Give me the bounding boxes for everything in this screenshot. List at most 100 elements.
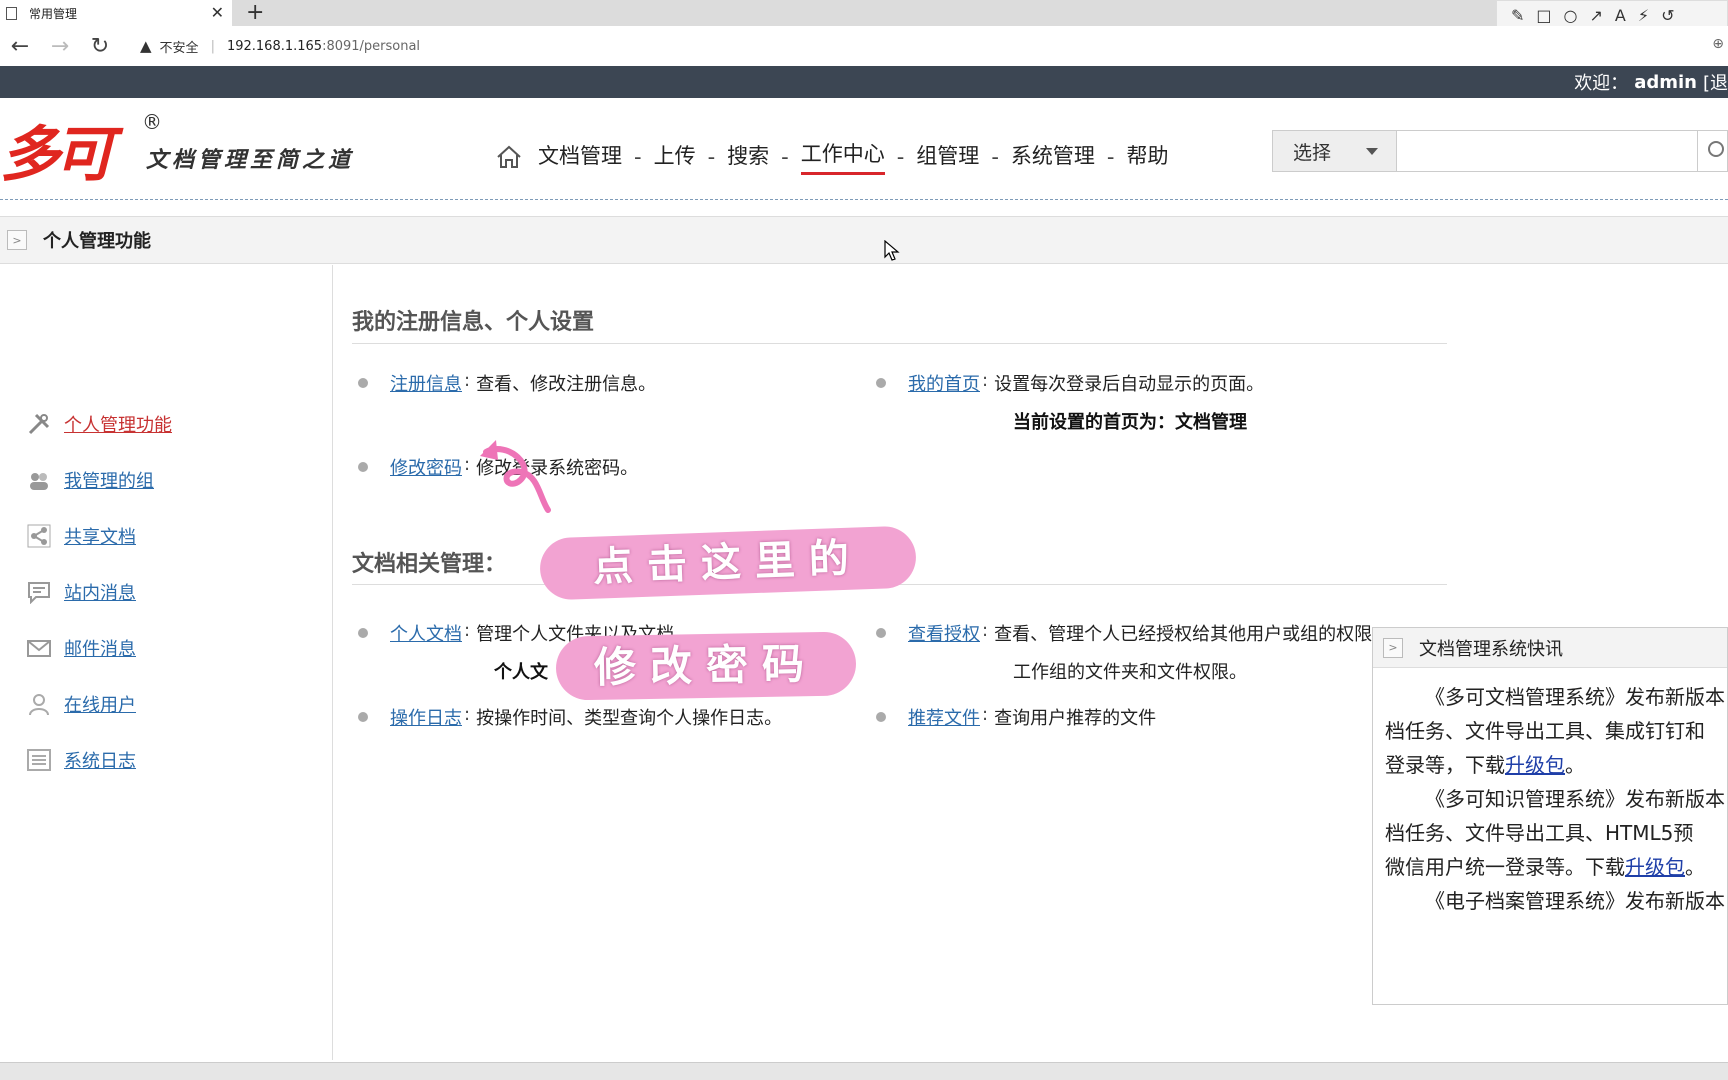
entry-operation-log: 操作日志 : 按操作时间、类型查询个人操作日志。 — [358, 704, 782, 730]
section-doc-mgmt-title: 文档相关管理： — [352, 552, 507, 577]
sidebar-item-mail[interactable]: 邮件消息 — [26, 635, 136, 661]
news-text: 登录等，下载 — [1385, 753, 1505, 777]
operation-log-link[interactable]: 操作日志 — [390, 704, 462, 730]
nav-group-mgmt[interactable]: 组管理 — [916, 140, 979, 174]
entry-view-auth: 查看授权 : 查看、管理个人已经授权给其他用户或组的权限 — [876, 620, 1372, 646]
url-host: 192.168.1.165 — [226, 38, 323, 54]
nav-docs[interactable]: 文档管理 — [538, 140, 622, 174]
chevron-down-icon — [1366, 148, 1378, 155]
arrow-icon[interactable]: ↗ — [1590, 6, 1603, 25]
undo-icon[interactable]: ↺ — [1661, 6, 1674, 25]
tab-title: 常用管理 — [29, 6, 78, 21]
nav-separator: - — [634, 144, 642, 169]
rectangle-icon[interactable]: □ — [1536, 6, 1551, 25]
pencil-icon[interactable]: ✎ — [1511, 6, 1524, 25]
bullet — [358, 378, 368, 388]
personal-docs-note: 个人文 — [494, 662, 548, 683]
user-icon — [26, 692, 52, 716]
brand-slogan: 文档管理至简之道 — [146, 147, 355, 173]
bullet — [876, 712, 886, 722]
home-icon[interactable] — [496, 145, 522, 169]
document-icon — [6, 6, 17, 20]
nav-upload[interactable]: 上传 — [654, 140, 696, 174]
recommended-files-link[interactable]: 推荐文件 — [908, 704, 980, 730]
news-line: 《多可文档管理系统》发布新版本 — [1425, 685, 1725, 709]
nav-separator: - — [991, 144, 999, 169]
nav-search[interactable]: 搜索 — [727, 140, 769, 174]
main-nav: 文档管理 - 上传 - 搜索 - 工作中心 - 组管理 - 系统管理 - 帮助 — [496, 138, 1168, 175]
search-input[interactable] — [1397, 130, 1698, 172]
upgrade-package-link[interactable]: 升级包 — [1625, 855, 1685, 879]
entry-homepage: 我的首页 : 设置每次登录后自动显示的页面。 — [876, 370, 1264, 396]
close-tab-icon[interactable]: ✕ — [211, 3, 224, 22]
tools-icon — [26, 412, 52, 436]
panel-header: > 个人管理功能 — [0, 216, 1728, 264]
entry-desc: 按操作时间、类型查询个人操作日志。 — [476, 708, 783, 729]
sidebar-link[interactable]: 站内消息 — [64, 579, 136, 605]
tutorial-sticker-change-password: 修改密码 — [555, 631, 857, 701]
sidebar-item-messages[interactable]: 站内消息 — [26, 579, 136, 605]
bullet — [358, 628, 368, 638]
panel-title: 个人管理功能 — [43, 231, 151, 252]
sidebar-link[interactable]: 邮件消息 — [64, 635, 136, 661]
url-separator: | — [210, 38, 215, 54]
magic-wand-icon[interactable]: ⚡ — [1638, 6, 1649, 25]
log-icon — [26, 748, 52, 772]
upgrade-package-link[interactable]: 升级包 — [1505, 753, 1565, 777]
nav-system-mgmt[interactable]: 系统管理 — [1011, 140, 1095, 174]
news-body: 《多可文档管理系统》发布新版本 档任务、文件导出工具、集成钉钉和 登录等，下载升… — [1373, 668, 1727, 918]
bottom-scrollbar[interactable] — [0, 1062, 1728, 1080]
sidebar-link[interactable]: 系统日志 — [64, 747, 136, 773]
sidebar-item-personal[interactable]: 个人管理功能 — [26, 411, 172, 437]
news-line: 登录等，下载升级包。 — [1385, 748, 1727, 782]
new-tab-button[interactable]: + — [246, 0, 264, 25]
colon: : — [464, 704, 471, 725]
nav-work-center[interactable]: 工作中心 — [800, 138, 885, 175]
news-text: 微信用户统一登录等。下载 — [1385, 855, 1625, 879]
header-divider — [0, 199, 1728, 200]
colon: : — [464, 454, 471, 475]
back-button[interactable]: ← — [0, 34, 40, 59]
search-group: 选择 — [1272, 130, 1728, 172]
nav-separator: - — [1106, 144, 1115, 169]
zoom-icon[interactable]: ⊕ — [1712, 36, 1724, 52]
circle-icon[interactable]: ○ — [1564, 6, 1578, 25]
my-homepage-link[interactable]: 我的首页 — [908, 370, 980, 396]
news-panel: > 文档管理系统快讯 《多可文档管理系统》发布新版本 档任务、文件导出工具、集成… — [1372, 627, 1728, 1005]
browser-tab[interactable]: 常用管理 ✕ — [0, 0, 232, 26]
change-password-link[interactable]: 修改密码 — [390, 454, 462, 480]
search-scope-select[interactable]: 选择 — [1272, 130, 1397, 172]
logout-link[interactable]: [退 — [1703, 69, 1728, 95]
tutorial-sticker-click-here: 点击这里的 — [539, 525, 917, 601]
forward-button[interactable]: → — [40, 34, 80, 59]
sidebar-link[interactable]: 在线用户 — [64, 691, 136, 717]
entry-desc: 查看、管理个人已经授权给其他用户或组的权限 — [994, 624, 1373, 645]
sidebar-item-online-users[interactable]: 在线用户 — [26, 691, 136, 717]
sidebar-link[interactable]: 我管理的组 — [64, 467, 154, 493]
sidebar-item-my-groups[interactable]: 我管理的组 — [26, 467, 154, 493]
news-title: 文档管理系统快讯 — [1419, 638, 1563, 660]
bullet — [358, 462, 368, 472]
bullet — [876, 628, 886, 638]
personal-docs-link[interactable]: 个人文档 — [390, 620, 462, 646]
sidebar-item-system-log[interactable]: 系统日志 — [26, 747, 136, 773]
app-header: 多可 ® 文档管理至简之道 文档管理 - 上传 - 搜索 - 工作中心 - 组管… — [0, 98, 1728, 198]
sidebar-item-shared-docs[interactable]: 共享文档 — [26, 523, 136, 549]
expand-icon[interactable]: > — [1383, 637, 1403, 658]
view-auth-link[interactable]: 查看授权 — [908, 620, 980, 646]
search-button[interactable] — [1698, 130, 1728, 172]
expand-icon[interactable]: > — [7, 230, 27, 250]
nav-help[interactable]: 帮助 — [1126, 140, 1168, 174]
reload-button[interactable]: ↻ — [80, 34, 120, 59]
nav-separator: - — [896, 144, 905, 169]
view-auth-desc-line2: 工作组的文件夹和文件权限。 — [1013, 662, 1247, 683]
sidebar-link[interactable]: 共享文档 — [64, 523, 136, 549]
security-label: 不安全 — [159, 40, 199, 56]
text-tool-icon[interactable]: A — [1615, 6, 1626, 25]
sidebar-link[interactable]: 个人管理功能 — [64, 411, 172, 437]
bullet — [358, 712, 368, 722]
url-box[interactable]: ▲ 不安全 | 192.168.1.165 :8091/personal — [140, 37, 420, 56]
mail-icon — [26, 636, 52, 660]
registration-info-link[interactable]: 注册信息 — [390, 370, 462, 396]
bullet — [876, 378, 886, 388]
